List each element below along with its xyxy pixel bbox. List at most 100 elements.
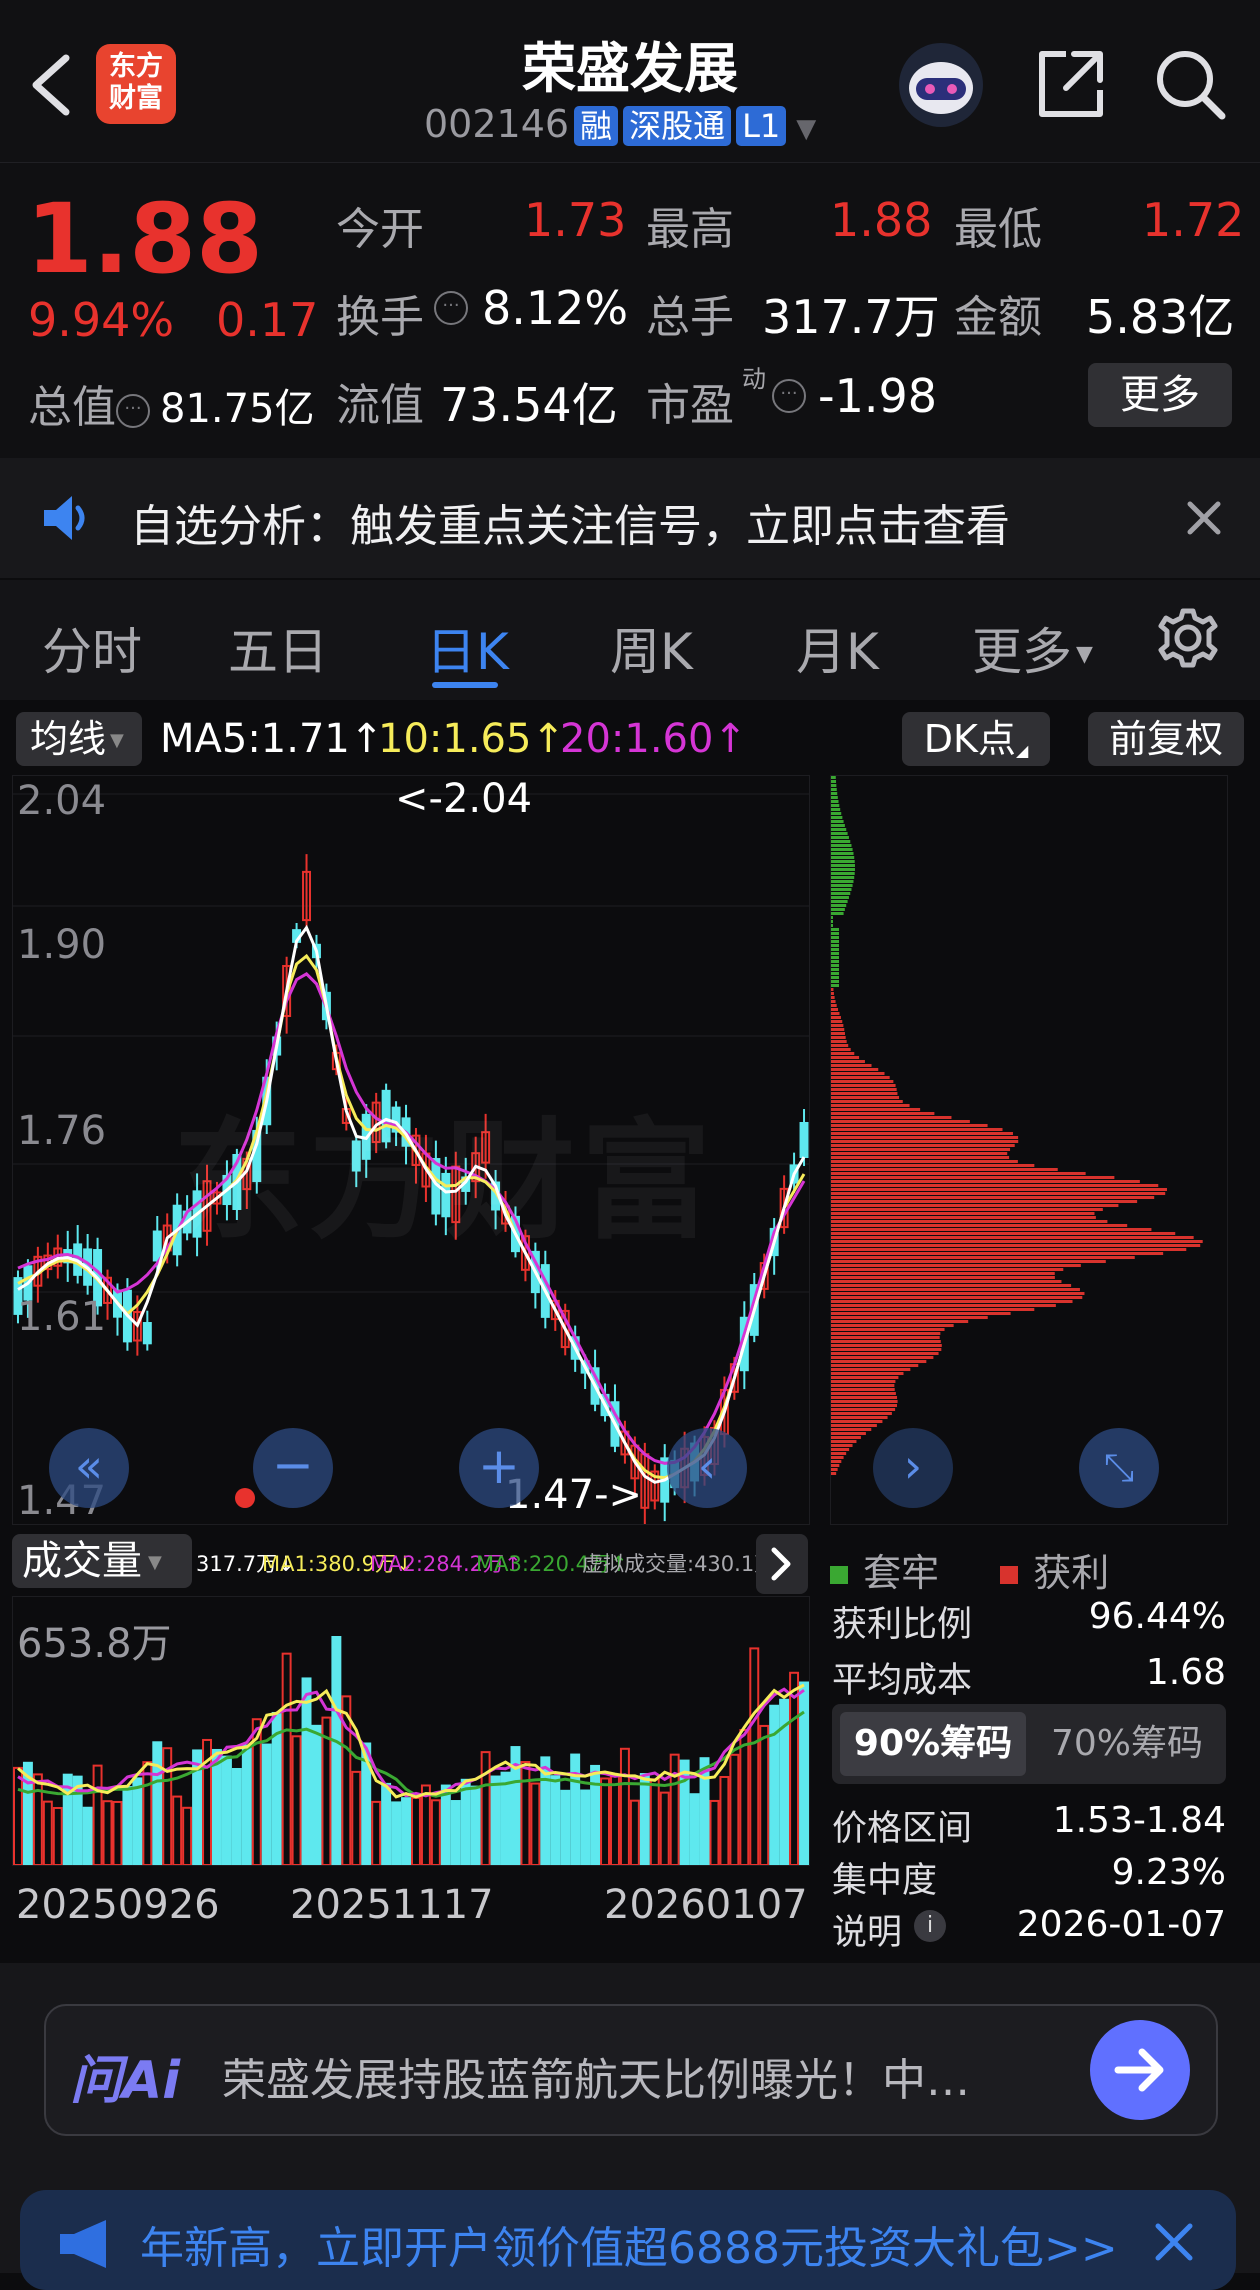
tab-five-day[interactable]: 五日	[228, 612, 328, 684]
tag-level: L1	[736, 106, 787, 146]
volume-bar	[570, 1753, 581, 1867]
volume-selector[interactable]: 成交量 ▼	[12, 1534, 192, 1588]
notice-bar[interactable]: 自选分析：触发重点关注信号，立即点击查看	[0, 458, 1260, 578]
chip-bar	[831, 1376, 899, 1379]
expand-right-button[interactable]	[756, 1534, 808, 1594]
chip-bar	[831, 1268, 1064, 1271]
chip-bar	[831, 1260, 1106, 1263]
search-icon[interactable]	[1152, 46, 1228, 122]
kline-chart[interactable]: 东方财富 2.04 1.90 1.76 1.61 1.47 <-2.04 1.4…	[12, 775, 810, 1525]
ai-question-bar[interactable]: 问Ai 荣盛发展持股蓝箭航天比例曝光！中…	[44, 2004, 1218, 2136]
chip-bar	[831, 820, 844, 823]
chip-bar	[831, 868, 855, 871]
chip-tab-90[interactable]: 90%筹码	[840, 1712, 1026, 1776]
volume-chart[interactable]: 653.8万	[12, 1596, 810, 1867]
chip-bar	[831, 1020, 843, 1023]
chip-bar	[831, 860, 855, 863]
avg-cost-label: 平均成本	[832, 1661, 973, 1701]
volume-bar	[619, 1747, 630, 1866]
info-icon: ···	[116, 394, 150, 428]
chevron-down-icon: ▼	[796, 114, 817, 144]
close-icon[interactable]	[1150, 2218, 1198, 2266]
close-icon[interactable]	[1184, 498, 1224, 538]
volume-bar	[371, 1800, 382, 1866]
info-icon[interactable]: ···	[434, 291, 468, 325]
price-range-value: 1.53-1.84	[1052, 1800, 1226, 1841]
open-label: 今开	[336, 204, 424, 255]
chip-bar	[831, 956, 839, 959]
volume-bar	[629, 1799, 640, 1867]
volume-bar	[212, 1748, 222, 1866]
chip-bar	[831, 948, 839, 951]
chip-canvas	[831, 776, 1203, 1475]
pe-dynamic-mark: 动	[742, 365, 766, 393]
chip-bar	[831, 1396, 898, 1399]
more-button[interactable]: 更多	[1088, 363, 1232, 427]
dk-point-button[interactable]: DK点◢	[902, 712, 1050, 766]
ad-banner[interactable]: 年新高，立即开户领价值超6888元投资大礼包>>	[20, 2190, 1236, 2290]
concentration-label: 集中度	[832, 1861, 938, 1901]
chip-bar	[831, 1404, 898, 1407]
amount-value: 5.83亿	[1086, 290, 1235, 344]
tab-intraday[interactable]: 分时	[42, 612, 142, 684]
chip-bar	[831, 1328, 945, 1331]
chip-bar	[831, 1252, 1164, 1255]
chevron-right-icon	[771, 1547, 791, 1581]
zoom-out-button[interactable]: −	[253, 1428, 333, 1508]
chip-bar	[831, 1176, 1115, 1179]
scroll-left-button[interactable]: ‹	[667, 1428, 747, 1508]
chip-bar	[831, 900, 848, 903]
chip-bar	[831, 944, 839, 947]
back-arrow-icon[interactable]	[28, 52, 72, 118]
scroll-left-fast-button[interactable]: «	[49, 1428, 129, 1508]
price-range-label: 价格区间	[832, 1809, 973, 1849]
caret-down-icon: ▼	[1076, 642, 1093, 667]
volume-bar	[550, 1775, 561, 1866]
chip-bar	[831, 1272, 1055, 1275]
profit-ratio-value: 96.44%	[1088, 1596, 1226, 1637]
scroll-right-button[interactable]: ›	[873, 1428, 953, 1508]
chip-legend: 套牢 获利	[830, 1542, 1109, 1597]
tag-margin: 融	[574, 106, 619, 146]
expand-icon[interactable]: ⤡	[1079, 1428, 1159, 1508]
chip-bar	[831, 796, 838, 799]
chip-bar	[831, 1068, 879, 1071]
info-icon[interactable]: ···	[772, 379, 806, 413]
volume-bar	[719, 1775, 730, 1866]
tab-weekly-k[interactable]: 周K	[610, 612, 693, 684]
tab-monthly-k[interactable]: 月K	[796, 612, 879, 684]
chip-bar	[831, 792, 838, 795]
stock-code-row[interactable]: 002146 融深股通 L1 ▼	[424, 102, 816, 146]
settings-gear-icon[interactable]	[1156, 606, 1220, 670]
chip-bar	[831, 976, 839, 979]
legend-trapped-swatch	[830, 1566, 848, 1584]
volume-bar	[142, 1761, 153, 1866]
ai-send-button[interactable]	[1090, 2020, 1190, 2120]
chip-tab-70[interactable]: 70%筹码	[1034, 1712, 1220, 1776]
chip-bar	[831, 916, 833, 919]
turnover-value: 8.12%	[482, 281, 629, 335]
chip-bar	[831, 952, 839, 955]
info-icon[interactable]: i	[914, 1910, 946, 1942]
chip-bar	[831, 1004, 837, 1007]
adjust-button[interactable]: 前复权	[1088, 712, 1244, 766]
robot-assistant-icon[interactable]	[896, 40, 986, 130]
chip-bar	[831, 1248, 1187, 1251]
chip-bar	[831, 1300, 1073, 1303]
zoom-in-button[interactable]: +	[459, 1428, 539, 1508]
chip-bar	[831, 1232, 1176, 1235]
chip-bar	[831, 1456, 844, 1459]
chip-bar	[831, 832, 848, 835]
tab-more[interactable]: 更多 ▼	[972, 612, 1093, 684]
ma-selector[interactable]: 均线 ▼	[16, 712, 142, 766]
chip-bar	[831, 1416, 888, 1419]
chip-bar	[831, 1340, 941, 1343]
share-icon[interactable]	[1032, 46, 1108, 122]
total-value[interactable]: 总值 ··· 81.75亿	[28, 371, 315, 435]
chip-bar	[831, 1108, 921, 1111]
chip-bar	[831, 968, 839, 971]
notice-text: 自选分析：触发重点关注信号，立即点击查看	[130, 501, 1010, 552]
chip-bar	[831, 1364, 919, 1367]
chip-distribution-chart[interactable]: › ⤡	[830, 775, 1228, 1525]
tab-daily-k[interactable]: 日K	[426, 612, 509, 684]
